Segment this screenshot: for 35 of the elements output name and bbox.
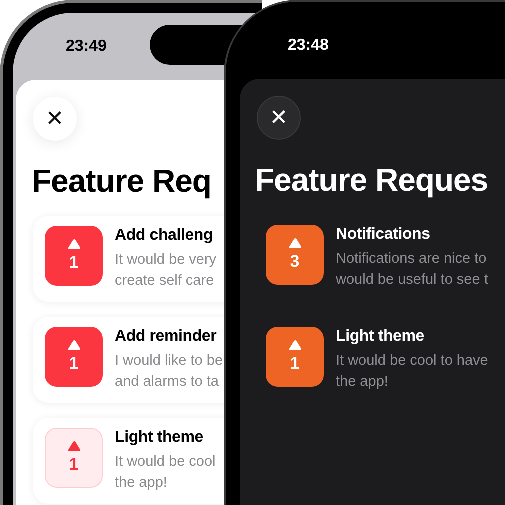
- request-description: the app!: [336, 373, 390, 392]
- request-title: Light theme: [115, 429, 204, 447]
- request-description: I would like to be: [115, 352, 224, 371]
- triangle-up-icon: [68, 239, 80, 250]
- request-description: create self care: [115, 272, 216, 291]
- vote-count: 1: [69, 455, 79, 475]
- upvote-button[interactable]: 1: [45, 327, 103, 387]
- vote-count: 3: [290, 252, 300, 272]
- request-row[interactable]: 3 Notifications Notifications are nice to would be useful to see t: [257, 215, 505, 301]
- triangle-up-icon: [288, 340, 302, 351]
- request-description: It would be cool to have: [336, 352, 488, 371]
- request-description: would be useful to see t: [336, 271, 488, 290]
- request-description: Notifications are nice to: [336, 250, 488, 269]
- request-description: the app!: [115, 474, 168, 493]
- upvote-button[interactable]: 1: [45, 226, 103, 286]
- page-title: Feature Reques: [255, 162, 490, 199]
- vote-count: 1: [69, 253, 79, 273]
- request-title: Add reminder: [115, 328, 218, 346]
- triangle-up-icon: [68, 340, 80, 351]
- triangle-up-icon: [68, 441, 80, 452]
- page-title: Feature Req: [32, 163, 212, 200]
- request-description: It would be cool: [115, 453, 216, 472]
- request-description: It would be very: [115, 251, 217, 270]
- vote-count: 1: [69, 354, 79, 374]
- request-title: Notifications: [336, 226, 432, 244]
- request-row[interactable]: 1 Light theme It would be cool to have the app!: [257, 317, 505, 403]
- vote-count: 1: [290, 354, 300, 374]
- close-button[interactable]: ✕: [33, 97, 77, 141]
- close-button[interactable]: ✕: [257, 96, 301, 140]
- triangle-up-icon: [288, 238, 302, 249]
- status-time: 23:48: [288, 36, 330, 54]
- request-description: and alarms to ta: [115, 373, 220, 392]
- request-title: Add challeng: [115, 227, 214, 245]
- status-time: 23:49: [66, 38, 108, 56]
- request-title: Light theme: [336, 328, 426, 346]
